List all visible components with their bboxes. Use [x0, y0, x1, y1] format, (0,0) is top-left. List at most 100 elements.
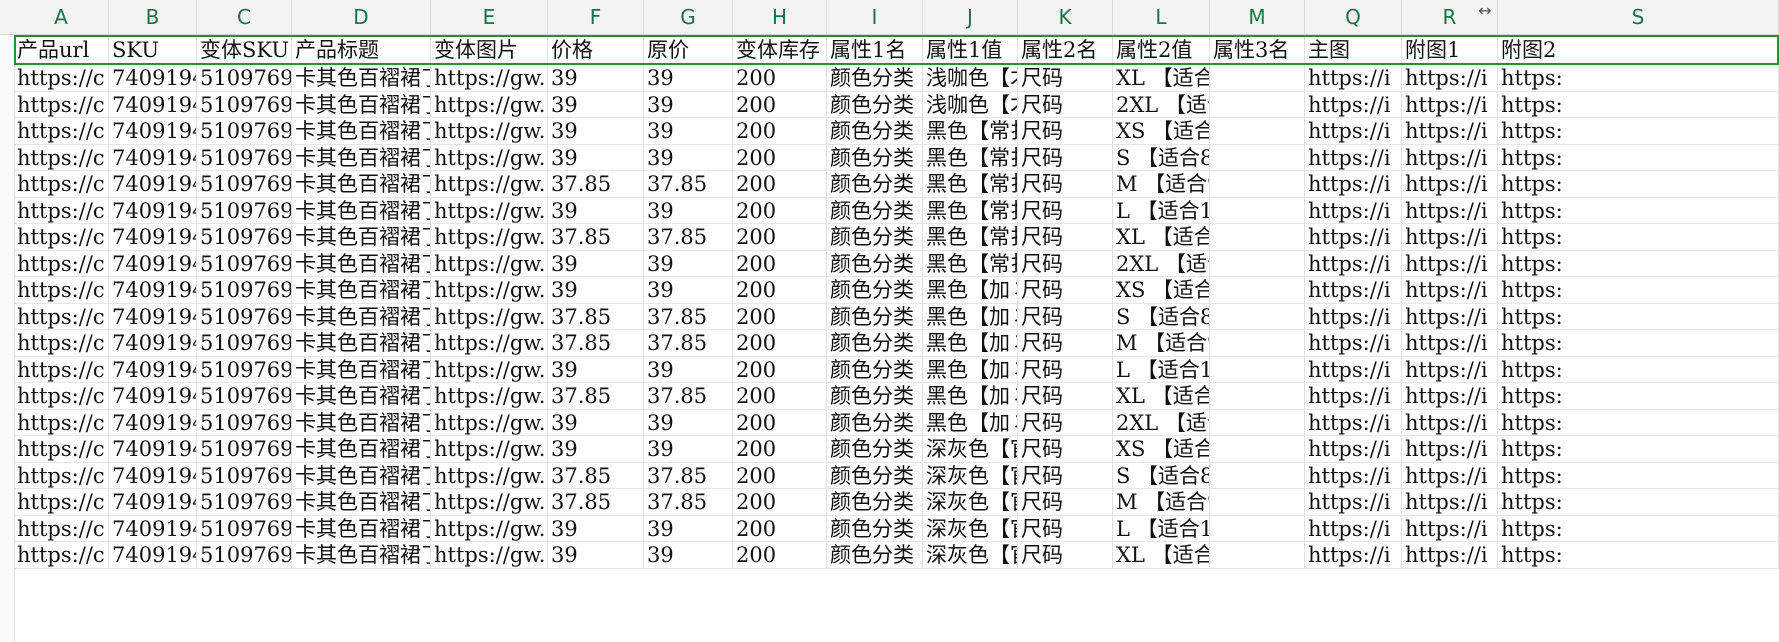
- header-cell[interactable]: 附图2: [1498, 35, 1779, 65]
- cell[interactable]: 37.85: [644, 224, 733, 251]
- cell[interactable]: 39: [644, 118, 733, 145]
- cell[interactable]: https://gw.: [431, 356, 548, 383]
- cell[interactable]: 卡其色百褶裙了: [292, 144, 431, 171]
- header-cell[interactable]: 原价: [644, 35, 733, 65]
- cell[interactable]: 39: [548, 91, 644, 118]
- cell[interactable]: https://gw.: [431, 144, 548, 171]
- cell[interactable]: 74091943: [109, 118, 197, 145]
- cell[interactable]: M 【适合9: [1113, 330, 1210, 357]
- cell[interactable]: 39: [548, 277, 644, 304]
- cell[interactable]: https://i: [1402, 277, 1498, 304]
- cell[interactable]: 200: [733, 462, 827, 489]
- cell[interactable]: https://i: [1402, 303, 1498, 330]
- cell[interactable]: 510976995: [197, 383, 292, 410]
- cell[interactable]: https:: [1498, 277, 1779, 304]
- cell[interactable]: 39: [548, 250, 644, 277]
- cell[interactable]: 39: [548, 515, 644, 542]
- cell[interactable]: S 【适合8: [1113, 303, 1210, 330]
- cell[interactable]: 510976995: [197, 118, 292, 145]
- cell[interactable]: https://gw.: [431, 250, 548, 277]
- cell[interactable]: [1210, 65, 1305, 92]
- cell[interactable]: https://gw.: [431, 462, 548, 489]
- cell[interactable]: 510976995: [197, 171, 292, 198]
- cell[interactable]: 尺码: [1018, 118, 1113, 145]
- cell[interactable]: [1210, 197, 1305, 224]
- table-row[interactable]: https://c74091943510976995卡其色百褶裙了https:/…: [0, 91, 1779, 122]
- cell[interactable]: 200: [733, 224, 827, 251]
- cell[interactable]: 尺码: [1018, 224, 1113, 251]
- cell[interactable]: 黑色【加丬: [923, 383, 1018, 410]
- header-cell[interactable]: 属性1名: [827, 35, 923, 65]
- cell[interactable]: https:: [1498, 65, 1779, 92]
- cell[interactable]: 卡其色百褶裙了: [292, 489, 431, 516]
- cell[interactable]: 510976995: [197, 409, 292, 436]
- header-cell[interactable]: 产品url: [14, 35, 109, 65]
- cell[interactable]: https://c: [14, 118, 109, 145]
- cell[interactable]: https://c: [14, 383, 109, 410]
- cell[interactable]: https://i: [1305, 197, 1402, 224]
- cell[interactable]: 39: [644, 542, 733, 569]
- cell[interactable]: 颜色分类: [827, 250, 923, 277]
- cell[interactable]: 颜色分类: [827, 409, 923, 436]
- cell[interactable]: 颜色分类: [827, 542, 923, 569]
- column-header-e[interactable]: E: [431, 0, 548, 34]
- cell[interactable]: L 【适合1: [1113, 515, 1210, 542]
- cell[interactable]: https://gw.: [431, 542, 548, 569]
- cell[interactable]: 黑色【常扌: [923, 250, 1018, 277]
- cell[interactable]: 卡其色百褶裙了: [292, 409, 431, 436]
- cell[interactable]: 深灰色【官: [923, 542, 1018, 569]
- cell[interactable]: 颜色分类: [827, 118, 923, 145]
- cell[interactable]: https://gw.: [431, 330, 548, 357]
- cell[interactable]: 37.85: [548, 462, 644, 489]
- cell[interactable]: 尺码: [1018, 91, 1113, 118]
- cell[interactable]: 510976995: [197, 436, 292, 463]
- cell[interactable]: 200: [733, 409, 827, 436]
- cell[interactable]: https://i: [1402, 144, 1498, 171]
- column-header-b[interactable]: B: [109, 0, 197, 34]
- cell[interactable]: 74091943: [109, 330, 197, 357]
- header-cell[interactable]: 属性2名: [1018, 35, 1113, 65]
- cell[interactable]: 39: [644, 436, 733, 463]
- cell[interactable]: https://i: [1305, 436, 1402, 463]
- cell[interactable]: 200: [733, 489, 827, 516]
- cell[interactable]: 深灰色【官: [923, 462, 1018, 489]
- column-header-a[interactable]: A: [14, 0, 109, 34]
- cell[interactable]: 黑色【常扌: [923, 197, 1018, 224]
- cell[interactable]: 37.85: [548, 383, 644, 410]
- cell[interactable]: XL 【适合: [1113, 224, 1210, 251]
- cell[interactable]: 颜色分类: [827, 197, 923, 224]
- cell[interactable]: 200: [733, 197, 827, 224]
- cell[interactable]: 510976995: [197, 250, 292, 277]
- cell[interactable]: [1210, 224, 1305, 251]
- cell[interactable]: 200: [733, 65, 827, 92]
- cell[interactable]: https:: [1498, 171, 1779, 198]
- cell[interactable]: 510976995: [197, 330, 292, 357]
- cell[interactable]: https://i: [1305, 515, 1402, 542]
- table-row[interactable]: https://c74091943510976995卡其色百褶裙了https:/…: [0, 436, 1779, 466]
- cell[interactable]: https://i: [1402, 462, 1498, 489]
- cell[interactable]: 510976995: [197, 277, 292, 304]
- cell[interactable]: 200: [733, 250, 827, 277]
- cell[interactable]: https://i: [1402, 489, 1498, 516]
- cell[interactable]: XS 【适合: [1113, 118, 1210, 145]
- cell[interactable]: 黑色【常扌: [923, 118, 1018, 145]
- cell[interactable]: https://i: [1402, 118, 1498, 145]
- cell[interactable]: https://gw.: [431, 118, 548, 145]
- cell[interactable]: [1210, 462, 1305, 489]
- cell[interactable]: 74091943: [109, 436, 197, 463]
- cell[interactable]: 39: [548, 436, 644, 463]
- cell[interactable]: M 【适合9: [1113, 489, 1210, 516]
- cell[interactable]: XL 【适合: [1113, 542, 1210, 569]
- cell[interactable]: 浅咖色【才: [923, 91, 1018, 118]
- cell[interactable]: 200: [733, 356, 827, 383]
- cell[interactable]: 卡其色百褶裙了: [292, 330, 431, 357]
- cell[interactable]: https:: [1498, 489, 1779, 516]
- cell[interactable]: 颜色分类: [827, 144, 923, 171]
- cell[interactable]: https://c: [14, 542, 109, 569]
- cell[interactable]: 510976995: [197, 224, 292, 251]
- cell[interactable]: 卡其色百褶裙了: [292, 542, 431, 569]
- cell[interactable]: 尺码: [1018, 277, 1113, 304]
- cell[interactable]: 卡其色百褶裙了: [292, 91, 431, 118]
- cell[interactable]: XL 【适合: [1113, 383, 1210, 410]
- cell[interactable]: https:: [1498, 303, 1779, 330]
